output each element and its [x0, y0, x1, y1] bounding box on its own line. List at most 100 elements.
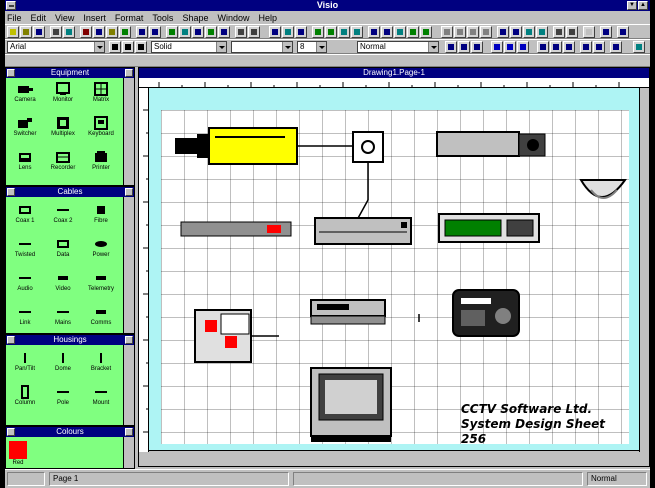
stencil-shape-mount[interactable]: Mount	[82, 385, 120, 407]
menu-insert[interactable]: Insert	[83, 13, 106, 23]
layer-icon[interactable]	[368, 26, 380, 38]
undo-icon[interactable]	[136, 26, 148, 38]
text-color-icon[interactable]	[471, 41, 483, 53]
menu-edit[interactable]: Edit	[31, 13, 47, 23]
zoom-combo[interactable]: Normal	[357, 41, 439, 53]
print-icon[interactable]	[50, 26, 62, 38]
stencil-shape-multiplex[interactable]: Multiplex	[44, 116, 82, 138]
flip-vertical-icon[interactable]	[480, 26, 492, 38]
stencil-close-icon[interactable]	[7, 188, 15, 196]
line-style-combo[interactable]: Solid	[151, 41, 227, 53]
power-supply-shape[interactable]	[180, 221, 292, 237]
menu-shape[interactable]: Shape	[182, 13, 208, 23]
stencil-shape-dome[interactable]: Dome	[44, 351, 82, 373]
align-left-icon[interactable]	[491, 41, 503, 53]
spelling-icon[interactable]	[553, 26, 565, 38]
zoom-in-icon[interactable]	[312, 26, 324, 38]
minimize-icon[interactable]: ▼	[627, 1, 637, 10]
cut-icon[interactable]	[80, 26, 92, 38]
stencil-shape-recorder[interactable]: Recorder	[44, 150, 82, 172]
menu-tools[interactable]: Tools	[152, 13, 173, 23]
menu-window[interactable]: Window	[217, 13, 249, 23]
paste-icon[interactable]	[106, 26, 118, 38]
stencil-shape-red-swatch[interactable]: Red	[6, 441, 30, 467]
stencil-menu-icon[interactable]	[125, 336, 133, 344]
system-menu-button[interactable]	[6, 1, 16, 10]
drawing-page[interactable]: CCTV Software Ltd. System Design Sheet 2…	[161, 110, 629, 446]
menu-help[interactable]: Help	[258, 13, 277, 23]
dome-camera-shape[interactable]	[579, 179, 627, 199]
stencil-icon[interactable]	[205, 26, 217, 38]
stencil-shape-camera[interactable]: Camera	[6, 82, 44, 104]
stencil-shape-printer[interactable]: Printer	[82, 150, 120, 172]
stencil-close-icon[interactable]	[7, 336, 15, 344]
line-color-icon[interactable]	[458, 41, 470, 53]
stencil-shape-pole[interactable]: Pole	[44, 385, 82, 407]
menu-file[interactable]: File	[7, 13, 22, 23]
stencil-scrollbar[interactable]	[123, 78, 134, 185]
bring-to-front-icon[interactable]	[407, 26, 419, 38]
save-icon[interactable]	[33, 26, 45, 38]
transparency-icon[interactable]	[610, 41, 622, 53]
monitor-switcher-shape[interactable]	[194, 309, 252, 363]
camera-housing-shape[interactable]	[208, 127, 298, 165]
fixed-camera-shape[interactable]	[175, 134, 209, 158]
stencil-close-icon[interactable]	[7, 69, 15, 77]
ptz-camera-shape[interactable]	[436, 131, 546, 157]
align-icon[interactable]	[497, 26, 509, 38]
fill-pattern-icon[interactable]	[563, 41, 575, 53]
control-keyboard-shape[interactable]	[452, 289, 520, 337]
align-center-icon[interactable]	[504, 41, 516, 53]
properties-icon[interactable]	[633, 41, 645, 53]
zoom-out-icon[interactable]	[325, 26, 337, 38]
bold-icon[interactable]	[109, 41, 121, 53]
shadow-icon[interactable]	[537, 41, 549, 53]
stencil-shape-audio[interactable]: Audio	[6, 271, 44, 293]
align-right-icon[interactable]	[517, 41, 529, 53]
new-icon[interactable]	[7, 26, 19, 38]
zoom-page-icon[interactable]	[338, 26, 350, 38]
stencil-shape-bracket[interactable]: Bracket	[82, 351, 120, 373]
arrow-style-icon[interactable]	[593, 41, 605, 53]
format-painter-icon[interactable]	[119, 26, 131, 38]
vertical-scrollbar[interactable]	[639, 88, 649, 452]
stencil-shape-matrix[interactable]: Matrix	[82, 82, 120, 104]
group-icon[interactable]	[381, 26, 393, 38]
stencil-shape-link[interactable]: Link	[6, 305, 44, 327]
stencil-shape-twisted[interactable]: Twisted	[6, 237, 44, 259]
stencil-shape-fibre[interactable]: Fibre	[82, 203, 120, 225]
line-ends-icon[interactable]	[583, 26, 595, 38]
stencil-shape-power[interactable]: Power	[82, 237, 120, 259]
arc-tool-icon[interactable]	[295, 26, 307, 38]
stencil-close-icon[interactable]	[7, 428, 15, 436]
connector-tool-icon[interactable]	[179, 26, 191, 38]
flip-horizontal-icon[interactable]	[467, 26, 479, 38]
stencil-scrollbar[interactable]	[123, 437, 134, 468]
stencil-scrollbar[interactable]	[123, 197, 134, 333]
horizontal-scrollbar[interactable]	[149, 450, 639, 466]
pointer-tool-icon[interactable]	[166, 26, 178, 38]
stencil-menu-icon[interactable]	[125, 428, 133, 436]
maximize-icon[interactable]: ▲	[638, 1, 648, 10]
stencil-shape-pan-tilt[interactable]: Pan/Tilt	[6, 351, 44, 373]
grid-icon[interactable]	[523, 26, 535, 38]
text-tool-icon[interactable]	[192, 26, 204, 38]
stencil-menu-icon[interactable]	[125, 188, 133, 196]
corner-rounding-icon[interactable]	[550, 41, 562, 53]
multiplexer-shape[interactable]	[314, 217, 412, 245]
font-size-combo[interactable]: 8	[297, 41, 327, 53]
video-matrix-shape[interactable]	[438, 213, 540, 243]
vcr-recorder-shape[interactable]	[310, 299, 386, 325]
font-name-combo[interactable]: Arial	[7, 41, 105, 53]
stencil-shape-lens[interactable]: Lens	[6, 150, 44, 172]
line-pattern-icon[interactable]	[580, 41, 592, 53]
stencil-shape-monitor[interactable]: Monitor	[44, 82, 82, 104]
redo-icon[interactable]	[149, 26, 161, 38]
send-to-back-icon[interactable]	[420, 26, 432, 38]
stencil-shape-coax-1[interactable]: Coax 1	[6, 203, 44, 225]
stencil-shape-video[interactable]: Video	[44, 271, 82, 293]
preview-icon[interactable]	[63, 26, 75, 38]
underline-icon[interactable]	[135, 41, 147, 53]
open-icon[interactable]	[20, 26, 32, 38]
toolbar-options-icon[interactable]	[600, 26, 612, 38]
